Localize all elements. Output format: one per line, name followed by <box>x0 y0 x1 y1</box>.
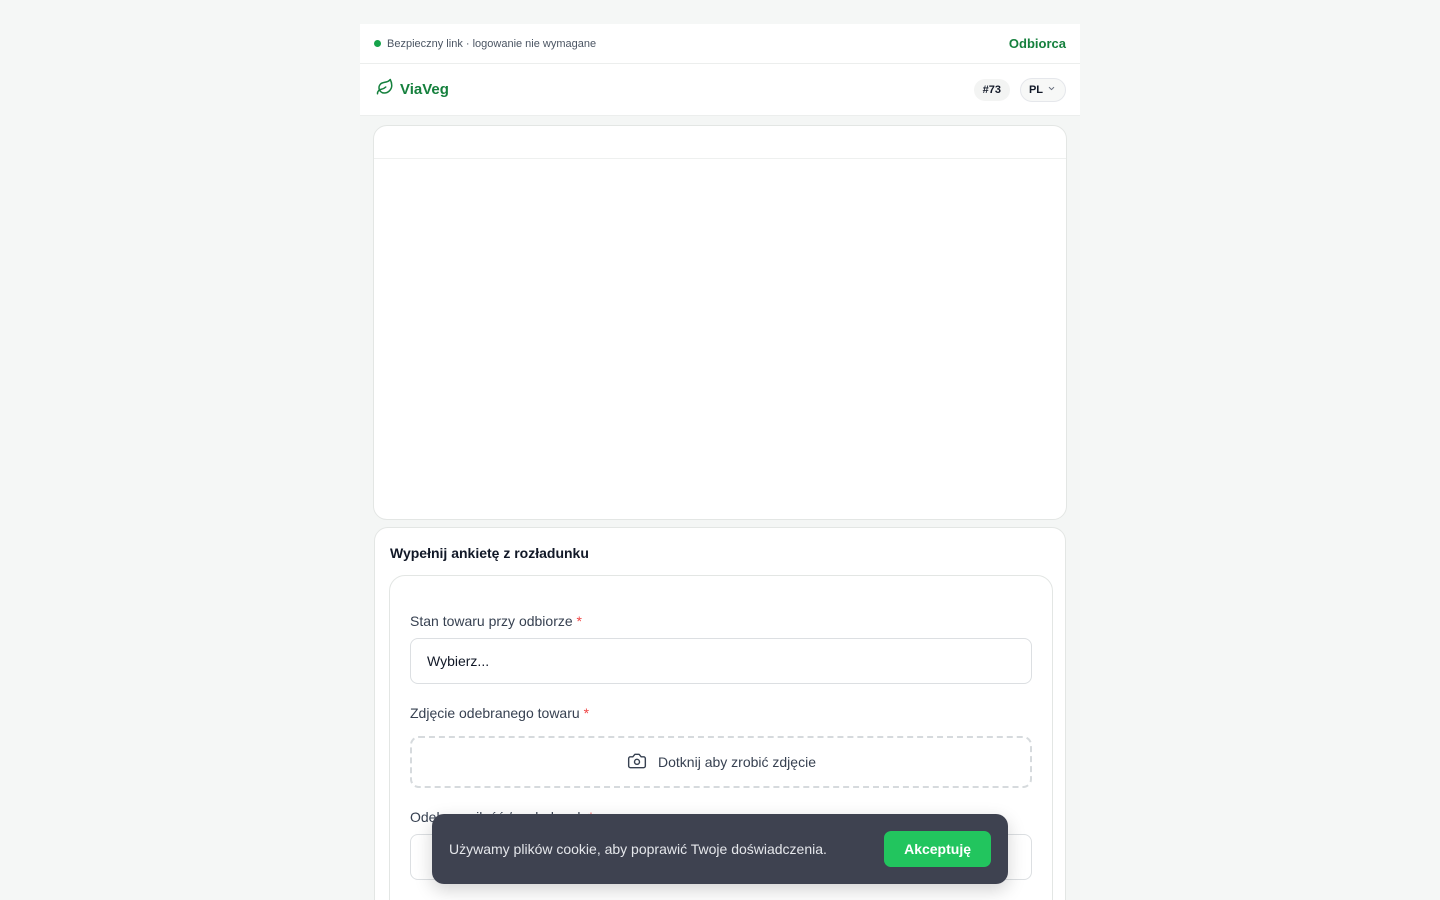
language-selector[interactable]: PL <box>1019 77 1066 102</box>
chevron-down-icon <box>1047 84 1056 96</box>
order-number-badge: #73 <box>973 78 1010 101</box>
header-actions: #73 PL <box>973 77 1066 102</box>
cookie-banner: Używamy plików cookie, aby poprawić Twoj… <box>432 814 1008 884</box>
leaf-icon <box>376 78 394 101</box>
status-dot <box>374 40 381 47</box>
map-card-header <box>374 126 1066 159</box>
app-shell: Bezpieczny link · logowanie nie wymagane… <box>360 24 1080 900</box>
condition-select[interactable]: Wybierz... <box>410 638 1032 684</box>
condition-select-placeholder: Wybierz... <box>427 653 490 669</box>
required-mark: * <box>583 705 590 721</box>
cookie-text: Używamy plików cookie, aby poprawić Twoj… <box>449 841 827 857</box>
condition-label: Stan towaru przy odbiorze * <box>410 613 582 629</box>
secure-link-bar: Bezpieczny link · logowanie nie wymagane… <box>360 24 1080 64</box>
secure-link-text: Bezpieczny link · logowanie nie wymagane <box>387 37 597 50</box>
brand-name: ViaVeg <box>400 81 449 98</box>
condition-label-text: Stan towaru przy odbiorze <box>410 613 573 629</box>
photo-label: Zdjęcie odebranego towaru * <box>410 705 589 721</box>
take-photo-button[interactable]: Dotknij aby zrobić zdjęcie <box>410 736 1032 788</box>
photo-label-text: Zdjęcie odebranego towaru <box>410 705 580 721</box>
secure-link-info: Bezpieczny link · logowanie nie wymagane <box>374 38 596 50</box>
accept-cookies-button[interactable]: Akceptuję <box>884 831 991 867</box>
app-header: ViaVeg #73 PL <box>360 64 1080 116</box>
language-value: PL <box>1028 83 1043 96</box>
brand-logo[interactable]: ViaVeg <box>376 78 449 101</box>
role-label: Odbiorca <box>1008 36 1066 51</box>
take-photo-text: Dotknij aby zrobić zdjęcie <box>658 754 816 770</box>
map-card <box>373 125 1067 520</box>
survey-title: Wypełnij ankietę z rozładunku <box>390 545 589 561</box>
camera-icon <box>626 751 648 774</box>
required-mark: * <box>576 613 582 629</box>
